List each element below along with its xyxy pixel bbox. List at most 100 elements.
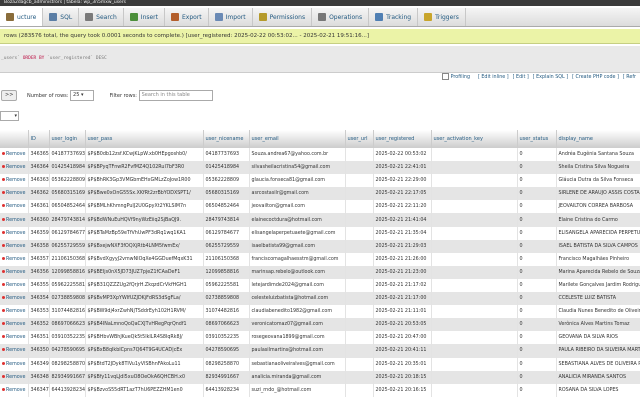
table-cell-user-nicename[interactable]: 06129784677 — [203, 226, 250, 240]
table-cell-user-email[interactable]: glaucia.fonseca81@gmail.com — [249, 174, 346, 188]
tab-import[interactable]: Import — [209, 8, 253, 26]
table-cell-id[interactable]: 346347 — [28, 383, 50, 397]
table-cell-user-email[interactable]: suzi_rndo_@hotmail.com — [249, 383, 346, 397]
rows-per-page-select[interactable]: 25 ▾ — [70, 90, 95, 101]
table-cell-user-registered[interactable]: 2025-02-21 21:26:00 — [373, 252, 432, 266]
table-cell-display-name[interactable]: GEOVANA DA SILVA RIOS — [556, 331, 640, 345]
table-cell-user-email[interactable]: jeovailton@gmail.com — [249, 200, 346, 214]
table-cell-user-status[interactable]: 0 — [517, 331, 557, 345]
table-cell-user-url[interactable] — [345, 174, 374, 188]
refresh-link[interactable]: [ Refr — [623, 75, 636, 80]
table-cell-user-login[interactable]: 64413928234 — [49, 383, 86, 397]
table-cell-user-status[interactable]: 0 — [517, 278, 557, 293]
table-cell-user-activation-key[interactable] — [431, 200, 518, 214]
table-cell-user-pass[interactable]: $P$BxejwNXF3fOQXjRtb4LNM5fwmEx/ — [85, 239, 204, 253]
table-cell-user-login[interactable]: 08697066623 — [49, 318, 86, 332]
create-php-link[interactable]: [ Create PHP code ] — [572, 75, 619, 80]
table-cell-user-registered[interactable]: 2025-02-21 20:41:11 — [373, 344, 432, 358]
table-cell-user-nicename[interactable]: 08298258870 — [203, 357, 250, 371]
table-cell-user-nicename[interactable]: 64413928234 — [203, 383, 250, 397]
table-cell-user-registered[interactable]: 2025-02-21 21:29:03 — [373, 239, 432, 253]
tab-export[interactable]: Export — [165, 8, 209, 26]
profiling-checkbox[interactable]: Profiling — [441, 73, 474, 80]
table-cell-user-registered[interactable]: 2025-02-21 20:53:05 — [373, 318, 432, 332]
table-cell-user-url[interactable] — [345, 161, 374, 175]
column-header[interactable]: ID — [28, 130, 50, 148]
table-cell-id[interactable]: 346348 — [28, 370, 50, 384]
table-cell-user-registered[interactable]: 2025-02-21 20:16:15 — [373, 383, 432, 397]
table-cell-user-pass[interactable]: $P$BzvoS55dRT1azT7hU6PEZZHM1en0 — [85, 383, 204, 397]
remove-row-button[interactable]: Remove — [2, 348, 25, 353]
table-cell-display-name[interactable]: ROSANA DA SILVA LOPES — [556, 383, 640, 397]
table-cell-user-url[interactable] — [345, 305, 374, 319]
table-cell-user-pass[interactable]: $P$BdWNuEuHQVf9nyWzEiiq2SjBaQJ9. — [85, 213, 204, 227]
table-cell-user-email[interactable]: sebastianaoliveiralves@gmail.com — [249, 357, 346, 371]
remove-row-button[interactable]: Remove — [2, 362, 25, 367]
table-cell-user-email[interactable]: veronicatomaz07@gmail.com — [249, 318, 346, 332]
table-cell-user-url[interactable] — [345, 148, 374, 162]
table-cell-user-login[interactable]: 82934991667 — [49, 370, 86, 384]
table-cell-user-registered[interactable]: 2025-02-21 20:18:15 — [373, 370, 432, 384]
table-cell-user-activation-key[interactable] — [431, 305, 518, 319]
column-header[interactable]: user_activation_key — [431, 130, 518, 148]
table-cell-user-email[interactable]: analicia.miranda@gmail.com — [249, 370, 346, 384]
table-cell-id[interactable]: 346359 — [28, 226, 50, 240]
table-cell-user-pass[interactable]: $P$BvdXgyyJ2vmwNIOqXe4GGDuefMqxK31 — [85, 252, 204, 266]
table-cell-user-activation-key[interactable] — [431, 318, 518, 332]
table-cell-user-nicename[interactable]: 02738859808 — [203, 292, 250, 306]
table-cell-user-status[interactable]: 0 — [517, 292, 557, 306]
column-header[interactable]: user_pass — [85, 130, 204, 148]
table-cell-user-url[interactable] — [345, 357, 374, 371]
table-cell-user-registered[interactable]: 2025-02-21 22:29:00 — [373, 174, 432, 188]
table-cell-user-url[interactable] — [345, 265, 374, 279]
table-cell-user-activation-key[interactable] — [431, 278, 518, 293]
table-cell-user-registered[interactable]: 2025-02-21 20:47:00 — [373, 331, 432, 345]
table-cell-display-name[interactable]: Andréa Eugênia Santana Souza — [556, 148, 640, 162]
table-cell-user-status[interactable]: 0 — [517, 305, 557, 319]
table-cell-display-name[interactable]: Marilete Gonçalves Jardim Rodrigues — [556, 278, 640, 293]
table-cell-user-nicename[interactable]: 08697066623 — [203, 318, 250, 332]
tab-ucture[interactable]: ucture — [0, 8, 44, 26]
table-cell-user-activation-key[interactable] — [431, 331, 518, 345]
remove-row-button[interactable]: Remove — [2, 270, 25, 275]
table-cell-user-pass[interactable]: $P$BMLhKhmngPuIJ2U0GpyXt2YKLSIM7n — [85, 200, 204, 214]
column-header[interactable]: display_name — [556, 130, 640, 148]
table-cell-user-status[interactable]: 0 — [517, 239, 557, 253]
table-cell-id[interactable]: 346356 — [28, 265, 50, 279]
table-cell-display-name[interactable]: Claudia Nunes Benedito de Oliveira — [556, 305, 640, 319]
remove-row-button[interactable]: Remove — [2, 191, 25, 196]
table-cell-user-email[interactable]: franciscomagalhaesstm@gmail.com — [249, 252, 346, 266]
tab-search[interactable]: Search — [79, 8, 124, 26]
remove-row-button[interactable]: Remove — [2, 335, 25, 340]
table-cell-user-registered[interactable]: 2025-02-21 21:11:01 — [373, 305, 432, 319]
options-select[interactable]: ▾ — [0, 111, 19, 121]
column-header[interactable]: user_url — [345, 130, 374, 148]
table-cell-display-name[interactable]: PAULA RIBEIRO DA SILVEIRA MARTINS — [556, 344, 640, 358]
table-cell-user-email[interactable]: rosegeovana1899@gmail.com — [249, 331, 346, 345]
table-cell-user-status[interactable]: 0 — [517, 344, 557, 358]
table-cell-user-url[interactable] — [345, 278, 374, 293]
table-cell-user-login[interactable]: 08298258870 — [49, 357, 86, 371]
table-cell-user-pass[interactable]: $P$B4INaLmnoQoQaCXJTvHRegPqrQndf1 — [85, 318, 204, 332]
table-cell-id[interactable]: 346355 — [28, 278, 50, 293]
table-cell-user-login[interactable]: 05362228809 — [49, 174, 86, 188]
table-cell-user-pass[interactable]: $P$BhRK3Gp3VMGbmEHxGMLzZoJow1R00 — [85, 174, 204, 188]
table-cell-user-nicename[interactable]: 04187737693 — [203, 148, 250, 162]
table-cell-user-nicename[interactable]: 06255729559 — [203, 239, 250, 253]
table-cell-user-pass[interactable]: $P$B0db12zsf.KCwjKLpW.xb0HEpgoshb0/ — [85, 148, 204, 162]
remove-row-button[interactable]: Remove — [2, 257, 25, 262]
column-header[interactable]: user_email — [249, 130, 346, 148]
table-cell-user-pass[interactable]: $P$BvMP3XpYWIfUZJDKjFdRS3dSgFLa/ — [85, 292, 204, 306]
table-cell-id[interactable]: 346353 — [28, 305, 50, 319]
tab-tracking[interactable]: Tracking — [369, 8, 419, 26]
table-cell-display-name[interactable]: Francisco Magalhães Pinheiro — [556, 252, 640, 266]
table-cell-id[interactable]: 346362 — [28, 187, 50, 201]
table-cell-user-login[interactable]: 02738859808 — [49, 292, 86, 306]
tab-triggers[interactable]: Triggers — [418, 8, 466, 26]
table-cell-user-url[interactable] — [345, 187, 374, 201]
table-cell-user-activation-key[interactable] — [431, 187, 518, 201]
table-cell-user-status[interactable]: 0 — [517, 187, 557, 201]
table-cell-user-pass[interactable]: $P$BHbvWBhJKueQk5t5IkILR4S8IqRk8J/ — [85, 331, 204, 345]
table-cell-user-activation-key[interactable] — [431, 265, 518, 279]
table-cell-user-url[interactable] — [345, 200, 374, 214]
